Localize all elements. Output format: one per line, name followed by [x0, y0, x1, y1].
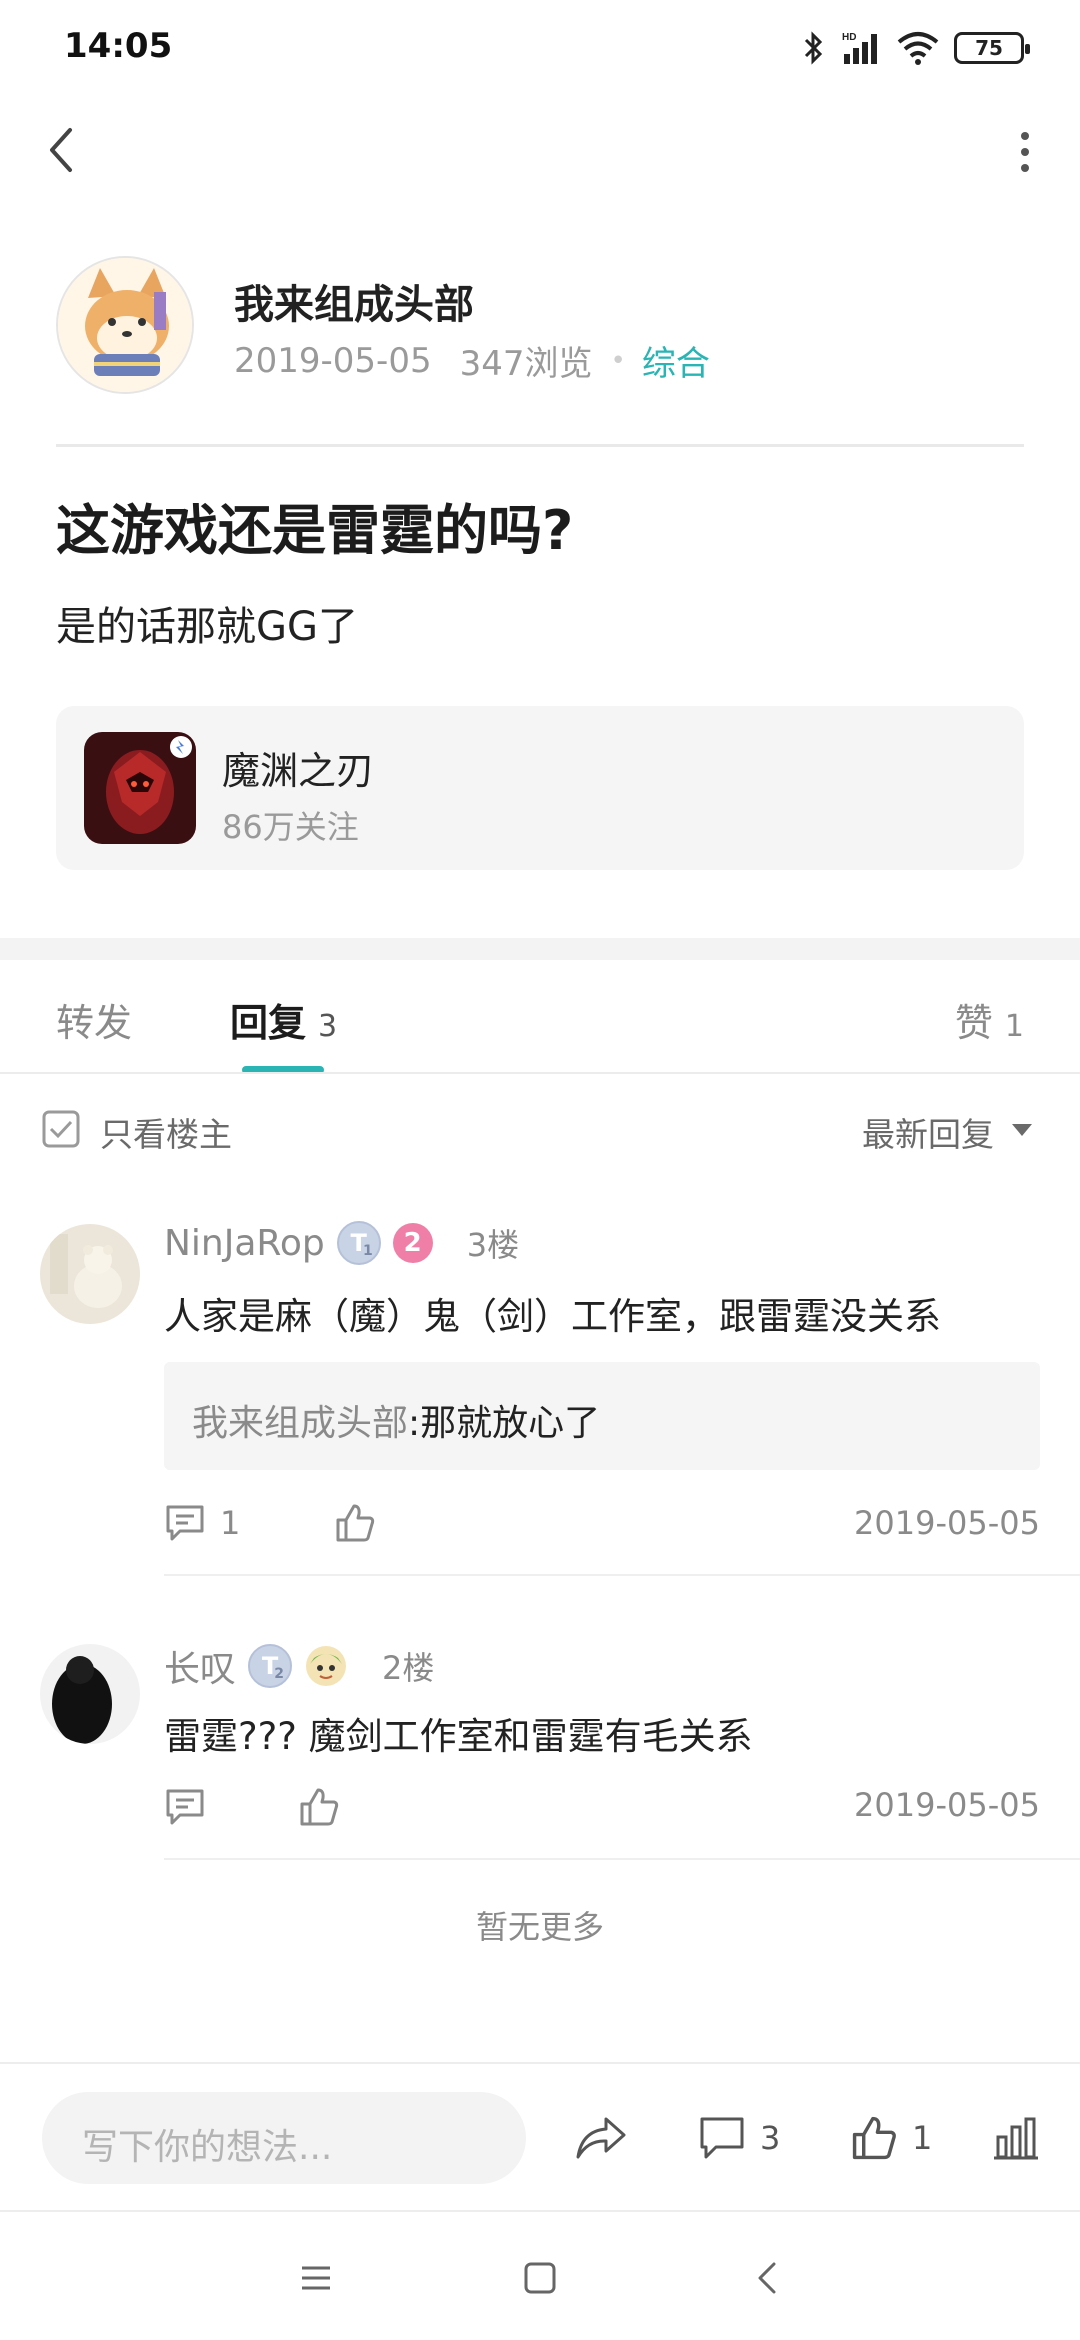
comment-divider: [164, 1858, 1080, 1860]
level-badge: 2: [392, 1223, 433, 1263]
tab-reply-count: 3: [318, 1009, 338, 1044]
comment-text: 雷霆??? 魔剑工作室和雷霆有毛关系: [164, 1715, 753, 1758]
stats-button[interactable]: [992, 2110, 1040, 2166]
post-meta: 2019-05-05 347浏览 • 综合: [234, 336, 710, 385]
tab-repost[interactable]: 转发: [56, 992, 132, 1047]
meta-separator-dot: •: [610, 345, 626, 376]
game-followers: 86万关注: [222, 808, 359, 846]
comment-icon[interactable]: [164, 1503, 206, 1543]
bluetooth-icon: [804, 31, 823, 65]
comment-header: NinJaRop T1 2 3楼: [164, 1220, 519, 1266]
more-options-icon[interactable]: [1010, 128, 1040, 178]
comment-actions: 1: [164, 1502, 376, 1544]
post-date: 2019-05-05: [234, 340, 432, 381]
title-badge-sub: 2: [274, 1666, 285, 1682]
battery-icon: 75: [954, 32, 1030, 64]
section-separator: [0, 938, 1080, 960]
comment-count-button[interactable]: 3: [698, 2110, 780, 2166]
post-views: 347浏览: [459, 344, 593, 384]
share-button[interactable]: [574, 2110, 628, 2166]
comment-input[interactable]: 写下你的想法...: [42, 2092, 526, 2184]
quoted-reply[interactable]: 我来组成头部:那就放心了: [164, 1362, 1040, 1470]
tab-reply[interactable]: 回复 3: [230, 992, 337, 1047]
post-category[interactable]: 综合: [642, 336, 710, 385]
game-icon: [84, 732, 196, 844]
title-badge-icon: T1: [336, 1221, 381, 1265]
bottom-comment-count: 3: [760, 2119, 781, 2157]
thumbs-up-icon[interactable]: [298, 1786, 340, 1828]
comment-header: 长叹 T2 2楼: [164, 1640, 434, 1692]
post-title: 这游戏还是雷霆的吗?: [56, 499, 574, 562]
signal-icon: HD: [842, 32, 877, 64]
floor-number: 2楼: [382, 1649, 435, 1687]
tab-divider: [0, 1072, 1080, 1074]
status-time: 14:05: [64, 26, 173, 66]
comment-text: 人家是麻（魔）鬼（剑）工作室，跟雷霆没关系: [164, 1295, 941, 1338]
shiba-avatar-image: [58, 258, 192, 392]
comment-username[interactable]: NinJaRop: [164, 1223, 325, 1264]
only-owner-checkbox[interactable]: [42, 1110, 80, 1148]
status-icons: HD 75: [802, 28, 1030, 68]
comment-divider: [164, 1574, 1080, 1576]
comment-actions: [164, 1786, 340, 1828]
comment-icon: [700, 2117, 744, 2159]
no-more-label: 暂无更多: [475, 1908, 604, 1946]
wifi-icon: [897, 32, 939, 65]
thumbs-up-icon: [852, 2116, 896, 2160]
comment-avatar[interactable]: [40, 1224, 140, 1324]
like-button[interactable]: 1: [850, 2110, 932, 2166]
comment-date: 2019-05-05: [854, 1786, 1040, 1824]
title-badge-icon: T2: [248, 1644, 293, 1688]
tab-like[interactable]: 赞1: [955, 992, 1024, 1047]
floor-number: 3楼: [466, 1226, 520, 1264]
tab-like-label: 赞: [954, 1001, 993, 1045]
tab-reply-label: 回复: [230, 1001, 307, 1045]
author-avatar[interactable]: [56, 256, 194, 394]
game-card[interactable]: 魔渊之刃 86万关注: [56, 706, 1024, 870]
author-name[interactable]: 我来组成头部: [234, 272, 474, 330]
title-badge-sub: 1: [362, 1243, 373, 1259]
system-nav-divider: [0, 2210, 1080, 2212]
avatar-pendant-icon: [306, 1646, 347, 1686]
menu-icon[interactable]: [286, 2248, 346, 2308]
only-owner-label[interactable]: 只看楼主: [100, 1108, 232, 1156]
home-icon[interactable]: [510, 2248, 570, 2308]
divider: [56, 444, 1024, 447]
system-back-icon[interactable]: [738, 2248, 798, 2308]
caret-down-icon[interactable]: [1012, 1124, 1032, 1136]
comment-username[interactable]: 长叹: [164, 1640, 236, 1692]
tab-like-count: 1: [1004, 1009, 1024, 1044]
battery-level: 75: [975, 36, 1003, 60]
bottom-like-count: 1: [912, 2119, 933, 2157]
reply-count: 1: [220, 1504, 241, 1542]
bar-chart-icon: [994, 2117, 1038, 2160]
comment-date: 2019-05-05: [854, 1504, 1040, 1542]
quote-text: :那就放心了: [408, 1403, 601, 1444]
status-bar: 14:05 HD 75: [0, 0, 1080, 96]
sort-dropdown[interactable]: 最新回复: [862, 1108, 994, 1156]
quote-username[interactable]: 我来组成头部: [192, 1403, 408, 1444]
network-hd-label: HD: [842, 32, 856, 43]
share-icon: [576, 2117, 626, 2159]
game-name: 魔渊之刃: [222, 749, 375, 793]
back-icon[interactable]: [40, 120, 88, 180]
bottom-bar-divider: [0, 2062, 1080, 2064]
comment-avatar[interactable]: [40, 1644, 140, 1744]
thumbs-up-icon[interactable]: [334, 1502, 376, 1544]
comment-icon[interactable]: [164, 1787, 206, 1827]
post-body: 是的话那就GG了: [56, 604, 358, 650]
